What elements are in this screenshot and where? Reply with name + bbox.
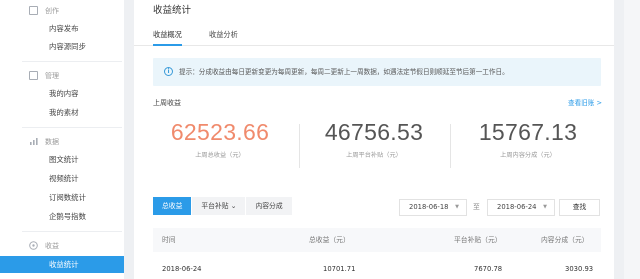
sidebar-item-my-content[interactable]: 我的内容 <box>0 86 124 102</box>
tab-total-revenue[interactable]: 总收益 <box>153 197 193 215</box>
column-header-date: 时间 <box>162 236 176 244</box>
sidebar-item-revenue-stats[interactable]: 收益统计 <box>0 256 124 273</box>
sidebar-divider <box>22 127 122 128</box>
section-label: 上周收益 <box>153 99 181 107</box>
sidebar: 创作 内容发布 内容源同步 管理 我的内容 我的素材 数据 图文统计 视频统计 … <box>0 0 124 279</box>
stat-label: 上周内容分成（元） <box>500 152 556 159</box>
folder-icon <box>29 71 38 80</box>
column-header-share: 内容分成（元） <box>541 236 589 244</box>
date-to-value: 2018-06-24 <box>497 203 537 211</box>
sidebar-item-video-stats[interactable]: 视频统计 <box>0 171 124 187</box>
sidebar-divider <box>22 61 122 62</box>
stat-platform-subsidy: 46756.53 上周平台补贴（元） <box>299 118 449 160</box>
sidebar-group-revenue[interactable]: 收益 <box>0 239 124 253</box>
date-to-picker[interactable]: 2018-06-24 ▼ <box>487 199 555 216</box>
page-title: 收益统计 <box>153 5 192 16</box>
stat-total-revenue: 62523.66 上周总收益（元） <box>145 118 295 160</box>
scrollbar[interactable] <box>624 0 640 279</box>
sidebar-group-manage[interactable]: 管理 <box>0 69 124 83</box>
chevron-down-icon: ▼ <box>455 204 459 210</box>
tab-bar: 收益概况 收益分析 <box>134 26 614 46</box>
tab-platform-subsidy[interactable]: 平台补贴 ⌄ <box>192 197 247 215</box>
sidebar-divider <box>22 231 122 232</box>
sidebar-item-source-sync[interactable]: 内容源同步 <box>0 39 124 55</box>
stat-value: 62523.66 <box>170 119 270 145</box>
sidebar-group-label: 管理 <box>45 72 59 80</box>
sidebar-group-data[interactable]: 数据 <box>0 135 124 149</box>
sidebar-group-label: 数据 <box>45 138 59 146</box>
chart-icon <box>29 137 38 146</box>
stat-divider <box>450 124 451 168</box>
sidebar-item-penguin-index[interactable]: 企鹅号指数 <box>0 209 124 225</box>
chevron-down-icon: ▼ <box>543 204 547 210</box>
sidebar-item-subscriber-stats[interactable]: 订阅数统计 <box>0 190 124 206</box>
main-panel: 收益统计 收益概况 收益分析 i 提示：分成收益由每日更新变更为每周更新，每周二… <box>134 0 614 279</box>
notice-banner: i 提示：分成收益由每日更新变更为每周更新，每周二更新上一周数据，如遇法定节假日… <box>153 58 601 86</box>
sidebar-group-create[interactable]: 创作 <box>0 4 124 18</box>
tab-revenue-overview[interactable]: 收益概况 <box>153 30 182 46</box>
tab-content-share[interactable]: 内容分成 <box>246 197 293 215</box>
table-header: 时间 总收益（元） 平台补贴（元） 内容分成（元） <box>153 228 601 252</box>
cell-share: 3030.93 <box>565 265 594 273</box>
cell-total: 10701.71 <box>323 265 356 273</box>
revenue-type-tabs: 总收益 平台补贴 ⌄ 内容分成 <box>153 197 293 215</box>
date-range-separator: 至 <box>473 203 480 211</box>
stat-label: 上周总收益（元） <box>195 152 245 159</box>
stat-content-share: 15767.13 上周内容分成（元） <box>453 118 603 160</box>
info-icon: i <box>164 67 173 76</box>
date-from-picker[interactable]: 2018-06-18 ▼ <box>399 199 467 216</box>
cell-date: 2018-06-24 <box>162 265 202 273</box>
column-header-subsidy: 平台补贴（元） <box>454 236 502 244</box>
column-header-total: 总收益（元） <box>309 236 350 244</box>
stat-value: 46756.53 <box>324 119 424 145</box>
table-row: 2018-06-24 10701.71 7670.78 3030.93 <box>153 257 601 279</box>
stat-label: 上周平台补贴（元） <box>346 152 402 159</box>
cell-subsidy: 7670.78 <box>474 265 503 273</box>
sidebar-item-publish[interactable]: 内容发布 <box>0 21 124 37</box>
notice-text: 提示：分成收益由每日更新变更为每周更新，每周二更新上一周数据，如遇法定节假日则顺… <box>179 68 509 76</box>
edit-icon <box>29 6 38 15</box>
stat-value: 15767.13 <box>478 119 578 145</box>
coin-icon <box>29 241 38 250</box>
date-from-value: 2018-06-18 <box>409 203 449 211</box>
sidebar-group-label: 创作 <box>45 7 59 15</box>
sidebar-item-my-materials[interactable]: 我的素材 <box>0 105 124 121</box>
view-history-link[interactable]: 查看旧账 > <box>568 98 602 108</box>
query-button[interactable]: 查找 <box>559 199 600 216</box>
sidebar-group-label: 收益 <box>45 242 59 250</box>
tab-revenue-analysis[interactable]: 收益分析 <box>209 30 238 46</box>
sidebar-item-article-stats[interactable]: 图文统计 <box>0 152 124 168</box>
